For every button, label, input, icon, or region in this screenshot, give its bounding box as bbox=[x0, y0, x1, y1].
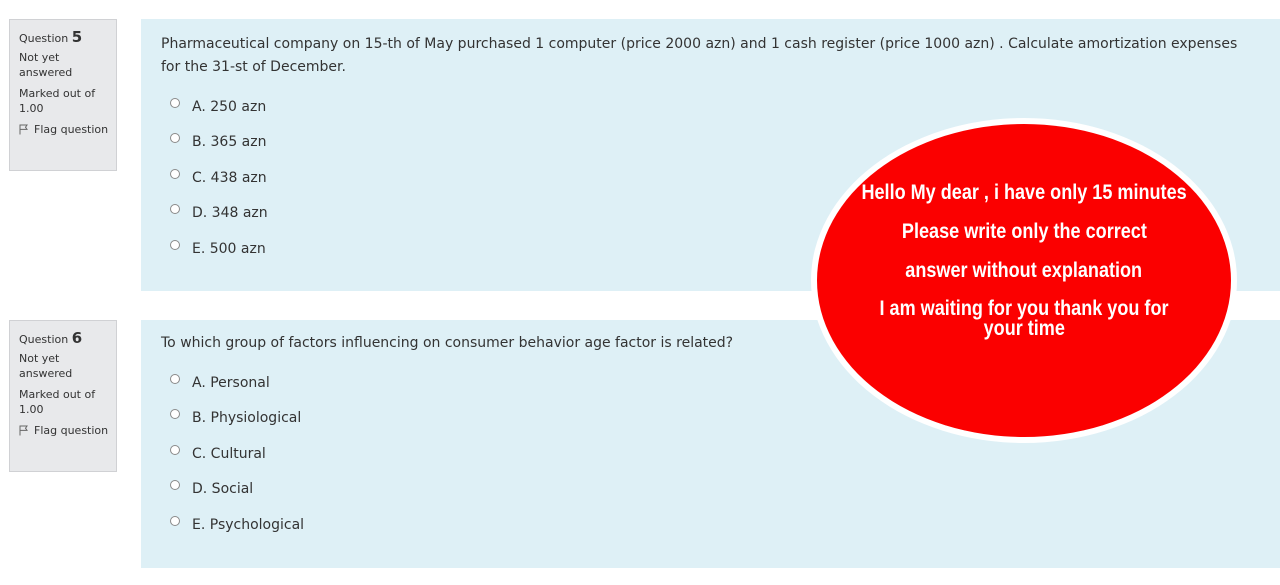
flag-question-button[interactable]: Flag question bbox=[19, 122, 110, 137]
radio-button[interactable] bbox=[170, 168, 180, 179]
answer-option-e[interactable]: E. Psychological bbox=[161, 507, 1260, 543]
option-label: D. 348 azn bbox=[192, 205, 268, 222]
question-number-line: Question 6 bbox=[19, 331, 110, 347]
radio-button[interactable] bbox=[170, 239, 180, 250]
question-number: 6 bbox=[71, 329, 83, 347]
answer-option-c[interactable]: C. Cultural bbox=[161, 436, 1260, 472]
overlay-line-5: your time bbox=[983, 316, 1065, 340]
overlay-message-bubble: Hello My dear , i have only 15 minutes P… bbox=[817, 124, 1231, 437]
question-number: 5 bbox=[71, 28, 83, 46]
option-label: B. 365 azn bbox=[192, 134, 267, 151]
flag-question-label: Flag question bbox=[34, 123, 109, 136]
overlay-line-1: Hello My dear , i have only 15 minutes bbox=[861, 180, 1187, 204]
question-label: Question bbox=[19, 32, 69, 45]
radio-button[interactable] bbox=[170, 409, 180, 420]
radio-button[interactable] bbox=[170, 444, 180, 455]
radio-button[interactable] bbox=[170, 204, 180, 215]
answer-option-d[interactable]: D. Social bbox=[161, 472, 1260, 508]
radio-button[interactable] bbox=[170, 515, 180, 526]
question-state: Not yet answered bbox=[19, 51, 73, 79]
option-label: A. 250 azn bbox=[192, 98, 267, 115]
question-info-5: Question 5 Not yet answered Marked out o… bbox=[9, 19, 117, 171]
question-grade: Marked out of 1.00 bbox=[19, 87, 96, 115]
answer-option-a[interactable]: A. 250 azn bbox=[161, 89, 1260, 125]
option-label: C. Cultural bbox=[192, 445, 266, 462]
question-state: Not yet answered bbox=[19, 352, 73, 380]
question-label: Question bbox=[19, 333, 69, 346]
overlay-line-2: Please write only the correct bbox=[901, 219, 1147, 243]
radio-button[interactable] bbox=[170, 480, 180, 491]
flag-question-button[interactable]: Flag question bbox=[19, 423, 110, 438]
option-label: D. Social bbox=[192, 481, 254, 498]
question-grade: Marked out of 1.00 bbox=[19, 388, 96, 416]
option-label: E. Psychological bbox=[192, 516, 305, 533]
radio-button[interactable] bbox=[170, 97, 180, 108]
flag-icon bbox=[19, 425, 28, 436]
question-info-6: Question 6 Not yet answered Marked out o… bbox=[9, 320, 117, 472]
option-label: E. 500 azn bbox=[192, 240, 266, 257]
overlay-line-4: I am waiting for you thank you for bbox=[879, 296, 1169, 320]
question-number-line: Question 5 bbox=[19, 30, 110, 46]
overlay-line-3: answer without explanation bbox=[905, 258, 1143, 282]
flag-icon bbox=[19, 124, 28, 135]
option-label: B. Physiological bbox=[192, 410, 302, 427]
radio-button[interactable] bbox=[170, 373, 180, 384]
radio-button[interactable] bbox=[170, 133, 180, 144]
option-label: C. 438 azn bbox=[192, 169, 267, 186]
flag-question-label: Flag question bbox=[34, 424, 109, 437]
question-text: Pharmaceutical company on 15-th of May p… bbox=[161, 36, 1238, 75]
option-label: A. Personal bbox=[192, 374, 270, 391]
